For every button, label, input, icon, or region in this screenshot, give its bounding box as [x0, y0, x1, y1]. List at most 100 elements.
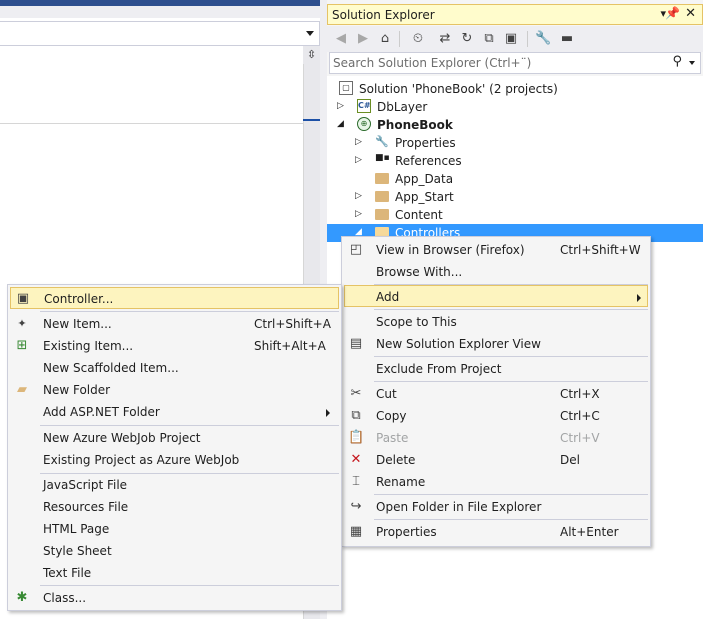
home-icon[interactable]: ⌂ [377, 30, 393, 48]
menu-separator [374, 356, 648, 357]
menu-item-new-scaffolded[interactable]: New Scaffolded Item... [10, 357, 339, 379]
menu-item-label: Properties [376, 525, 437, 539]
rename-icon: ⌶ [352, 474, 360, 489]
new-item-icon: ✦ [17, 317, 27, 330]
tree-node-app-data[interactable]: App_Data [327, 170, 703, 188]
menu-item-shortcut: Shift+Alt+A [254, 339, 326, 353]
menu-item-properties[interactable]: ▦ Properties Alt+Enter [344, 521, 648, 543]
search-icon[interactable]: ⚲ [672, 54, 682, 69]
menu-item-copy[interactable]: ⧉ Copy Ctrl+C [344, 405, 648, 427]
pending-changes-icon[interactable]: ⏲ [407, 30, 429, 48]
editor-navigation-dropdown[interactable] [0, 21, 320, 46]
tree-node-label: Solution 'PhoneBook' (2 projects) [359, 82, 558, 96]
menu-item-label: New Item... [43, 317, 112, 331]
menu-item-label: Class... [43, 591, 87, 605]
collapse-icon[interactable]: ◢ [337, 119, 344, 129]
wrench-icon[interactable]: 🔧 [535, 30, 551, 48]
menu-item-new-azure-webjob[interactable]: New Azure WebJob Project [10, 427, 339, 449]
menu-item-shortcut: Ctrl+V [560, 431, 600, 445]
expand-icon[interactable]: ▷ [355, 191, 362, 201]
solution-explorer-search[interactable]: ⚲ [329, 52, 701, 74]
menu-item-style-sheet[interactable]: Style Sheet [10, 540, 339, 562]
tree-node-app-start[interactable]: ▷ App_Start [327, 188, 703, 206]
expand-icon[interactable]: ▷ [355, 209, 362, 219]
menu-item-cut[interactable]: ✂ Cut Ctrl+X [344, 383, 648, 405]
menu-item-new-folder[interactable]: ▰ New Folder [10, 379, 339, 401]
menu-item-add-aspnet-folder[interactable]: Add ASP.NET Folder [10, 401, 339, 423]
menu-separator [374, 309, 648, 310]
menu-item-label: View in Browser (Firefox) [376, 243, 525, 257]
submenu-arrow-icon [637, 294, 641, 302]
split-window-icon[interactable]: ⇳ [303, 46, 320, 64]
menu-item-open-folder[interactable]: ↪ Open Folder in File Explorer [344, 496, 648, 518]
back-icon[interactable]: ◀ [333, 30, 349, 48]
sync-icon[interactable]: ⇄ [437, 30, 453, 48]
menu-item-view-in-browser[interactable]: ◰ View in Browser (Firefox) Ctrl+Shift+W [344, 239, 648, 261]
properties-icon: ▦ [349, 524, 363, 539]
menu-item-label: Browse With... [376, 265, 463, 279]
menu-item-label: Resources File [43, 500, 129, 514]
menu-item-browse-with[interactable]: Browse With... [344, 261, 648, 283]
class-icon: ✱ [16, 590, 28, 605]
menu-item-label: Cut [376, 387, 397, 401]
menu-item-controller[interactable]: ▣ Controller... [10, 287, 339, 309]
tree-node-phonebook[interactable]: ◢ ⊕ PhoneBook [327, 116, 703, 134]
pin-icon[interactable]: 📌 [665, 6, 680, 20]
menu-item-exclude[interactable]: Exclude From Project [344, 358, 648, 380]
editor-tab-strip [0, 0, 320, 18]
menu-item-scope-to-this[interactable]: Scope to This [344, 311, 648, 333]
expand-icon[interactable]: ▷ [355, 155, 362, 165]
menu-item-label: Controller... [44, 292, 114, 306]
menu-item-shortcut: Ctrl+X [560, 387, 600, 401]
tree-node-solution[interactable]: ▢ Solution 'PhoneBook' (2 projects) [327, 80, 703, 98]
menu-item-delete[interactable]: ✕ Delete Del [344, 449, 648, 471]
editor-divider [0, 123, 303, 124]
forward-icon[interactable]: ▶ [355, 30, 371, 48]
menu-item-shortcut: Alt+Enter [560, 525, 619, 539]
tree-node-content[interactable]: ▷ Content [327, 206, 703, 224]
refresh-icon[interactable]: ↻ [459, 30, 475, 48]
search-input[interactable] [333, 55, 653, 71]
menu-item-class[interactable]: ✱ Class... [10, 587, 339, 609]
tree-node-label: PhoneBook [377, 118, 453, 132]
preview-icon[interactable]: ▬ [559, 30, 575, 48]
solution-icon: ▢ [339, 81, 353, 95]
expand-icon[interactable]: ▷ [355, 137, 362, 147]
menu-item-label: Existing Project as Azure WebJob [43, 453, 240, 467]
menu-item-label: JavaScript File [43, 478, 128, 492]
toolbar-separator [399, 31, 400, 47]
close-icon[interactable]: ✕ [685, 6, 696, 21]
panel-title: Solution Explorer [332, 8, 435, 22]
menu-item-new-item[interactable]: ✦ New Item... Ctrl+Shift+A [10, 313, 339, 335]
toolbar-separator [527, 31, 528, 47]
menu-item-label: Copy [376, 409, 407, 423]
tree-node-dblayer[interactable]: ▷ C# DbLayer [327, 98, 703, 116]
menu-item-existing-item[interactable]: ⊞ Existing Item... Shift+Alt+A [10, 335, 339, 357]
chevron-down-icon[interactable] [689, 61, 695, 65]
folder-icon [375, 191, 389, 202]
solution-explorer-titlebar: Solution Explorer ▾ 📌 ✕ [327, 4, 703, 25]
menu-item-new-se-view[interactable]: ▤ New Solution Explorer View [344, 333, 648, 355]
menu-item-javascript-file[interactable]: JavaScript File [10, 474, 339, 496]
new-view-icon: ▤ [349, 336, 363, 351]
tree-node-properties[interactable]: ▷ 🔧 Properties [327, 134, 703, 152]
submenu-arrow-icon [326, 409, 330, 417]
menu-item-existing-as-webjob[interactable]: Existing Project as Azure WebJob [10, 449, 339, 471]
menu-item-rename[interactable]: ⌶ Rename [344, 471, 648, 493]
menu-item-label: Exclude From Project [376, 362, 502, 376]
menu-item-add[interactable]: Add [344, 285, 648, 307]
menu-item-label: Open Folder in File Explorer [376, 500, 542, 514]
show-all-files-icon[interactable]: ▣ [503, 30, 519, 48]
menu-item-text-file[interactable]: Text File [10, 562, 339, 584]
expand-icon[interactable]: ▷ [337, 101, 344, 111]
csharp-project-icon: C# [357, 99, 371, 113]
tree-node-label: Content [395, 208, 443, 222]
menu-item-shortcut: Del [560, 453, 580, 467]
menu-separator [374, 494, 648, 495]
tree-node-references[interactable]: ▷ ■▪ References [327, 152, 703, 170]
menu-item-html-page[interactable]: HTML Page [10, 518, 339, 540]
menu-item-resources-file[interactable]: Resources File [10, 496, 339, 518]
menu-item-label: New Solution Explorer View [376, 337, 541, 351]
menu-item-label: New Scaffolded Item... [43, 361, 179, 375]
collapse-all-icon[interactable]: ⧉ [481, 30, 497, 48]
